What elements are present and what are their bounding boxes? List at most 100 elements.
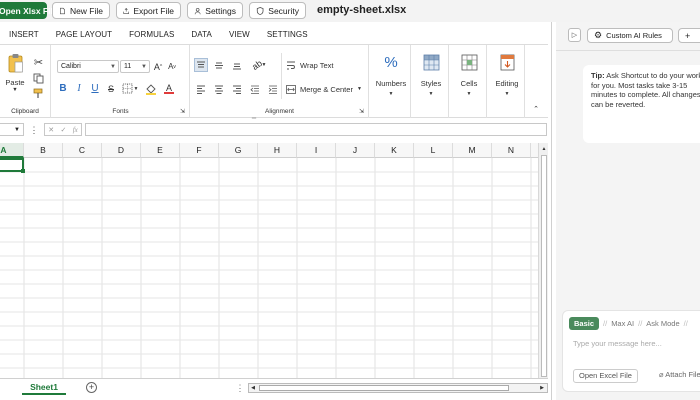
confirm-icon[interactable]: ✓	[60, 126, 66, 134]
fill-color-icon[interactable]	[144, 82, 158, 95]
collapse-ribbon-icon[interactable]: ⌃	[531, 104, 541, 113]
numbers-label: Numbers	[375, 78, 407, 88]
fill-handle[interactable]	[21, 169, 25, 173]
column-header-j[interactable]: J	[336, 143, 375, 158]
tab-page-layout[interactable]: PAGE LAYOUT	[56, 30, 112, 44]
styles-label: Styles	[420, 78, 442, 88]
message-input[interactable]: Type your message here...	[573, 339, 662, 348]
mode-separator: //	[638, 319, 643, 328]
open-excel-file-button[interactable]: Open Excel File	[573, 369, 638, 383]
column-header-c[interactable]: C	[63, 143, 102, 158]
borders-icon[interactable]: ▼	[121, 82, 139, 95]
new-chat-button[interactable]: +	[678, 28, 700, 43]
align-center-icon[interactable]	[212, 82, 226, 96]
tab-view[interactable]: VIEW	[229, 30, 250, 44]
scroll-left-icon[interactable]: ◀	[249, 384, 257, 392]
chevron-down-icon: ▼	[14, 126, 20, 133]
gear-icon: ⚙	[594, 30, 603, 40]
name-box[interactable]: ▼	[0, 123, 24, 136]
security-label: Security	[268, 5, 299, 16]
column-header-l[interactable]: L	[414, 143, 453, 158]
vertical-scrollbar[interactable]: ▲ ▼	[538, 143, 548, 393]
styles-group[interactable]: Styles ▼	[413, 45, 449, 118]
open-xlsx-button[interactable]: Open Xlsx File	[0, 2, 58, 19]
horizontal-scroll-thumb[interactable]	[259, 385, 509, 391]
tab-insert[interactable]: INSERT	[9, 30, 39, 44]
ai-side-panel: ▷ ⚙ Custom AI Rules + Tip: Ask Shortcut …	[556, 22, 700, 400]
tab-settings[interactable]: SETTINGS	[267, 30, 308, 44]
cancel-icon[interactable]: ✕	[48, 126, 54, 134]
column-header-n[interactable]: N	[492, 143, 531, 158]
horizontal-scrollbar[interactable]: ◀ ▶	[248, 383, 548, 393]
increase-indent-icon[interactable]	[266, 82, 280, 96]
align-right-icon[interactable]	[230, 82, 244, 96]
orientation-icon[interactable]: ab ▼	[248, 58, 270, 72]
format-painter-icon[interactable]	[32, 87, 45, 100]
merge-center-icon	[286, 84, 296, 94]
percent-icon: %	[384, 53, 398, 71]
spreadsheet-grid[interactable]: A B C D E F G H I J K L M N	[0, 143, 538, 393]
tab-data[interactable]: DATA	[191, 30, 212, 44]
merge-center-button[interactable]: Merge & Center ▼	[286, 82, 366, 96]
italic-icon[interactable]: I	[73, 82, 85, 95]
plus-icon: +	[685, 30, 691, 41]
scroll-up-icon[interactable]: ▲	[540, 144, 548, 153]
strikethrough-icon[interactable]: S	[105, 82, 117, 95]
tabs-more-icon[interactable]: ⋮	[236, 383, 245, 393]
tab-formulas[interactable]: FORMULAS	[129, 30, 174, 44]
panel-header: ▷ ⚙ Custom AI Rules +	[556, 22, 700, 50]
mode-ask[interactable]: Ask Mode	[646, 319, 679, 328]
formula-input[interactable]	[85, 123, 547, 136]
column-header-h[interactable]: H	[258, 143, 297, 158]
increase-font-size-icon[interactable]: A ^	[152, 60, 164, 73]
collapse-panel-icon[interactable]: ▷	[568, 28, 581, 42]
mode-basic[interactable]: Basic	[569, 317, 600, 330]
vertical-scroll-thumb[interactable]	[541, 155, 547, 377]
insert-function-button[interactable]: fx	[73, 126, 78, 134]
column-header-d[interactable]: D	[102, 143, 141, 158]
align-bottom-icon[interactable]	[230, 58, 244, 72]
bold-icon[interactable]: B	[57, 82, 69, 95]
settings-button[interactable]: Settings	[187, 2, 243, 19]
new-file-icon	[60, 7, 65, 14]
more-options-icon[interactable]: ⋮	[30, 124, 39, 136]
numbers-group[interactable]: % Numbers ▼	[371, 45, 411, 118]
paste-label: Paste	[5, 78, 25, 87]
attach-file-button[interactable]: ⌀ Attach File	[659, 370, 700, 379]
decrease-indent-icon[interactable]	[248, 82, 262, 96]
sheet-tab-sheet1[interactable]: Sheet1	[22, 379, 66, 395]
security-button[interactable]: Security	[249, 2, 306, 19]
column-header-f[interactable]: F	[180, 143, 219, 158]
column-header-b[interactable]: B	[24, 143, 63, 158]
new-file-button[interactable]: New File	[52, 2, 110, 19]
cells-group[interactable]: Cells ▼	[451, 45, 487, 118]
underline-icon[interactable]: U	[89, 82, 101, 95]
dialog-launcher-icon[interactable]: ⇲	[358, 108, 365, 115]
column-header-k[interactable]: K	[375, 143, 414, 158]
scroll-right-icon[interactable]: ▶	[538, 384, 546, 392]
column-header-g[interactable]: G	[219, 143, 258, 158]
align-left-icon[interactable]	[194, 82, 208, 96]
dialog-launcher-icon[interactable]: ⇲	[179, 108, 186, 115]
mode-max-ai[interactable]: Max AI	[611, 319, 634, 328]
column-header-a[interactable]: A	[0, 143, 24, 158]
column-header-o[interactable]	[531, 143, 538, 158]
font-color-icon[interactable]: A	[162, 82, 176, 95]
copy-icon[interactable]	[32, 72, 45, 85]
font-family-select[interactable]: Calibri ▼	[57, 60, 119, 73]
wrap-text-button[interactable]: Wrap Text	[286, 58, 346, 72]
decrease-font-size-icon[interactable]: Av	[166, 60, 178, 73]
paste-button[interactable]: Paste ▼	[4, 52, 26, 94]
editing-group[interactable]: Editing ▼	[489, 45, 525, 118]
cells-label: Cells	[460, 78, 478, 88]
column-header-i[interactable]: I	[297, 143, 336, 158]
custom-ai-rules-button[interactable]: ⚙ Custom AI Rules	[587, 28, 673, 43]
add-sheet-icon[interactable]: +	[86, 382, 97, 393]
font-size-select[interactable]: 11 ▼	[120, 60, 150, 73]
cut-icon[interactable]: ✂	[32, 56, 45, 69]
export-file-button[interactable]: Export File	[116, 2, 181, 19]
column-header-e[interactable]: E	[141, 143, 180, 158]
align-middle-icon[interactable]	[212, 58, 226, 72]
column-header-m[interactable]: M	[453, 143, 492, 158]
align-top-icon[interactable]	[194, 58, 208, 72]
